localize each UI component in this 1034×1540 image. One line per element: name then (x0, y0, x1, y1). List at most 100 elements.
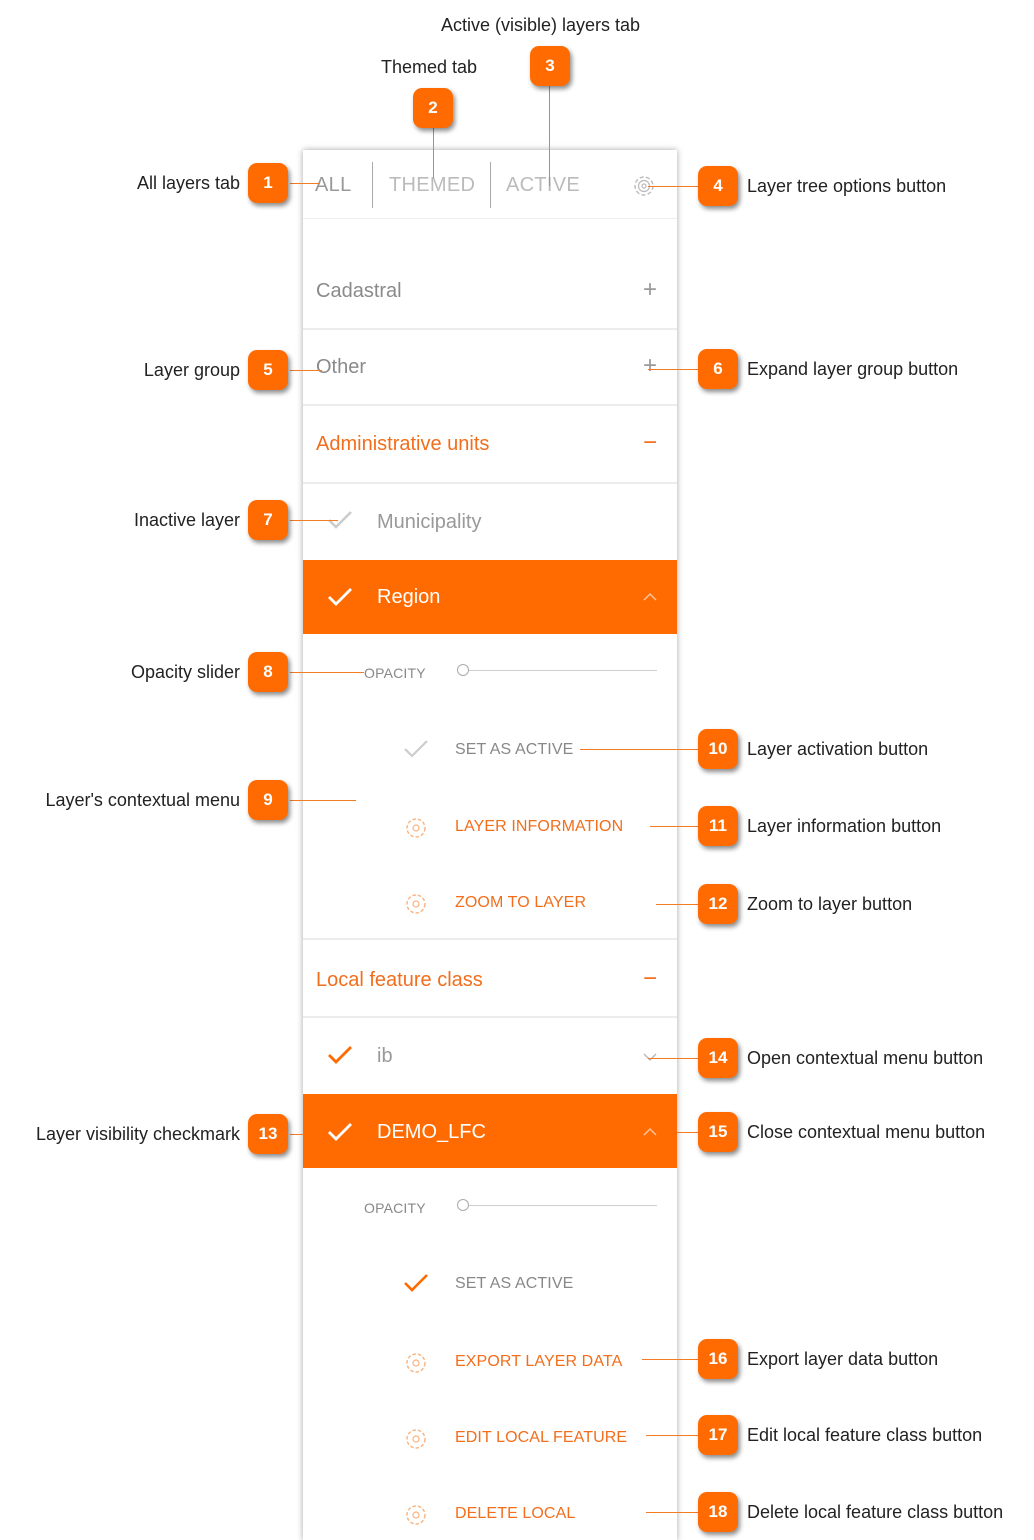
opacity-slider-handle[interactable] (457, 664, 469, 676)
chevron-up-icon[interactable] (641, 1125, 659, 1143)
callout-line (648, 1058, 700, 1059)
callout-line (642, 1359, 700, 1360)
callout-label: Layer tree options button (747, 176, 947, 196)
callout-badge: 15 (698, 1112, 738, 1152)
checkmark-icon (403, 738, 429, 765)
checkmark-icon (403, 1272, 429, 1299)
menu-item-label: LAYER INFORMATION (455, 818, 624, 835)
layer-tree-panel: ALL THEMED ACTIVE Cadastral + Other + Ad… (303, 150, 677, 1540)
tab-divider (490, 162, 491, 208)
layer-group-other[interactable]: Other + (303, 330, 677, 406)
layer-group-label: Local feature class (316, 969, 483, 991)
menu-item-label: EXPORT LAYER DATA (455, 1353, 623, 1370)
callout-label: Layer activation button (747, 739, 929, 759)
callout-line (648, 186, 700, 187)
collapse-group-button[interactable]: − (643, 430, 657, 456)
chevron-down-icon[interactable] (641, 1050, 659, 1068)
tab-all[interactable]: ALL (315, 172, 352, 198)
layer-group-label: Other (316, 356, 367, 378)
opacity-label: OPACITY (364, 1200, 426, 1216)
callout-label: Edit local feature class button (747, 1425, 983, 1445)
chevron-up-icon[interactable] (641, 590, 659, 608)
callout-label: Opacity slider (130, 662, 240, 682)
callout-line (290, 183, 320, 184)
callout-label: Open contextual menu button (747, 1048, 984, 1068)
checkmark-icon[interactable] (327, 1044, 353, 1071)
callout-badge: 9 (248, 780, 288, 820)
layer-group-cadastral[interactable]: Cadastral + (303, 252, 677, 330)
checkmark-icon[interactable] (327, 509, 353, 536)
callout-badge: 3 (530, 46, 570, 86)
layer-row-municipality[interactable]: Municipality (303, 484, 677, 558)
callout-badge: 8 (248, 652, 288, 692)
layer-group-label: Administrative units (316, 433, 490, 455)
menu-item-label: SET AS ACTIVE (455, 741, 574, 758)
callout-line (433, 128, 434, 178)
callout-label: Delete local feature class button (747, 1502, 1004, 1522)
layer-label: ib (377, 1045, 393, 1067)
callout-badge: 16 (698, 1339, 738, 1379)
opacity-slider[interactable] (463, 670, 657, 671)
layer-group-local-feature-class[interactable]: Local feature class − (303, 938, 677, 1018)
callout-label: Layer information button (747, 816, 942, 836)
gear-icon (403, 891, 429, 922)
callout-label: Inactive layer (133, 510, 240, 530)
callout-line (290, 520, 338, 521)
callout-badge: 4 (698, 166, 738, 206)
callout-badge: 6 (698, 349, 738, 389)
layer-label: Municipality (377, 511, 482, 533)
callout-line (290, 672, 364, 673)
gear-icon (403, 1350, 429, 1381)
callout-line (646, 1435, 700, 1436)
callout-line (290, 800, 356, 801)
layer-tabs: ALL THEMED ACTIVE (303, 150, 677, 219)
callout-badge: 10 (698, 729, 738, 769)
opacity-slider[interactable] (463, 1205, 657, 1206)
layer-row-region[interactable]: Region (303, 560, 677, 634)
opacity-label: OPACITY (364, 665, 426, 681)
callout-line (650, 826, 700, 827)
layer-row-ib[interactable]: ib (303, 1018, 677, 1092)
callout-badge: 13 (248, 1114, 288, 1154)
callout-label: Zoom to layer button (747, 894, 913, 914)
menu-item-label: SET AS ACTIVE (455, 1275, 574, 1292)
callout-line (549, 86, 550, 186)
tab-divider (372, 162, 373, 208)
layer-label: Region (377, 586, 441, 608)
callout-line (580, 749, 700, 750)
menu-item-label: ZOOM TO LAYER (455, 894, 587, 911)
callout-line (646, 1512, 700, 1513)
expand-group-button[interactable]: + (643, 353, 657, 379)
callout-badge: 18 (698, 1492, 738, 1532)
callout-label: Close contextual menu button (747, 1122, 986, 1142)
callout-line (677, 1132, 700, 1133)
menu-item-label: EDIT LOCAL FEATURE (455, 1429, 628, 1446)
checkmark-icon[interactable] (327, 1121, 353, 1148)
callout-badge: 11 (698, 806, 738, 846)
callout-line (648, 369, 700, 370)
callout-label: Layer visibility checkmark (35, 1124, 240, 1144)
callout-badge: 17 (698, 1415, 738, 1455)
callout-line (290, 370, 322, 371)
layer-group-administrative-units[interactable]: Administrative units − (303, 406, 677, 484)
collapse-group-button[interactable]: − (643, 966, 657, 992)
tab-active[interactable]: ACTIVE (506, 172, 580, 198)
callout-badge: 12 (698, 884, 738, 924)
callout-label: Themed tab (381, 57, 478, 77)
layer-group-label: Cadastral (316, 280, 402, 302)
callout-line (290, 1134, 304, 1135)
checkmark-icon[interactable] (327, 586, 353, 613)
callout-label: Export layer data button (747, 1349, 939, 1369)
opacity-slider-handle[interactable] (457, 1199, 469, 1211)
menu-item-label: DELETE LOCAL (455, 1505, 576, 1522)
callout-badge: 2 (413, 88, 453, 128)
gear-icon (403, 1426, 429, 1457)
callout-badge: 1 (248, 163, 288, 203)
layer-row-demo-lfc[interactable]: DEMO_LFC (303, 1094, 677, 1168)
callout-label: Layer's contextual menu (45, 790, 240, 810)
expand-group-button[interactable]: + (643, 277, 657, 303)
callout-label: Expand layer group button (747, 359, 959, 379)
callout-label: Active (visible) layers tab (441, 15, 641, 35)
callout-badge: 14 (698, 1038, 738, 1078)
callout-badge: 5 (248, 350, 288, 390)
